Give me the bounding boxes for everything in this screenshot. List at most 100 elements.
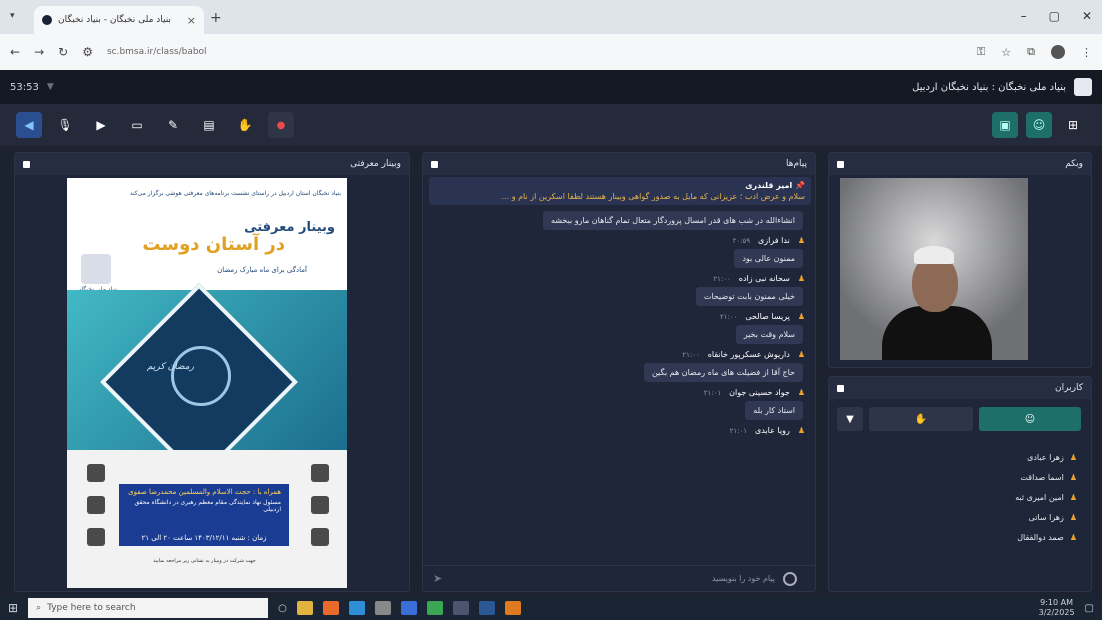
raise-hand-icon[interactable]: ✋ [232,112,258,138]
back-icon[interactable]: ← [10,45,20,59]
message-bubble: ممنون عالی بود [734,249,803,268]
search-icon: ⌕ [36,603,42,613]
user-name: زهرا عبادی [1027,452,1064,462]
start-icon[interactable]: ⊞ [8,601,18,615]
panel-minimize-icon[interactable] [23,160,30,168]
poster-subtitle: آمادگی برای ماه مبارک رمضان [217,266,307,274]
filter-icon[interactable]: ▼ [837,407,863,431]
message-bubble: انشاءالله در شب های قدر امسال پروردگار م… [543,211,803,230]
screen-share-icon[interactable]: ▭ [124,112,150,138]
grid-icon[interactable]: ⊞ [1060,112,1086,138]
message-time: ۲۱:۰۱ [729,426,747,435]
address-bar-row: ← → ↻ ⚙ sc.bmsa.ir/class/babol ⚿ ☆ ⧉ ⋮ [0,34,1102,70]
firefox-icon[interactable] [322,601,339,615]
panel-minimize-icon[interactable] [431,160,438,168]
user-icon: ♟ [797,312,805,321]
all-users-filter[interactable]: ☺ [979,407,1081,431]
pin-icon: 📌 [792,181,805,190]
message-time: ۲۱:۰۰ [682,350,700,359]
list-item[interactable]: ♟ زهرا ساتی [837,507,1081,527]
list-item[interactable]: ♟ صمد دوالفقال [837,527,1081,547]
app-logo [1074,78,1092,96]
notifications-icon[interactable]: ▢ [1085,603,1094,614]
academy-logo-icon [87,528,105,546]
profile-avatar[interactable] [1051,45,1065,59]
new-tab-button[interactable]: + [210,10,222,26]
user-name: اسما صداقت [1020,472,1064,482]
user-name: زهرا ساتی [1028,512,1064,522]
raise-hand-filter[interactable]: ✋ [869,407,973,431]
mail-icon[interactable] [400,601,417,615]
key-icon[interactable]: ⚿ [977,45,985,59]
pen-icon[interactable]: ✎ [160,112,186,138]
site-info-icon[interactable]: ⚙ [82,45,93,59]
menu-dots-icon[interactable]: ⋮ [1081,46,1092,59]
close-window-button[interactable]: ✕ [1082,9,1092,23]
pinned-text: سلام و عرض ادب ؛ عزیزانی که مایل به صدور… [501,192,805,201]
user-name: امین امیری ثبه [1015,492,1064,502]
bookmark-star-icon[interactable]: ☆ [1001,46,1011,59]
store-icon[interactable] [452,601,469,615]
tab-close-icon[interactable]: × [187,14,196,27]
user-icon: ♟ [797,426,805,435]
poster-footer: جهت شرکت در وبینار به نشانی زیر مراجعه ن… [153,558,256,564]
user-filters: ▼ ✋ ☺ [837,407,1081,431]
seal-logo-icon [311,528,329,546]
taskbar-clock[interactable]: 9:10 AM 3/2/2025 [1039,598,1075,618]
list-item[interactable]: ♟ زهرا عبادی [837,447,1081,467]
users-toggle-icon[interactable]: ☺ [1026,112,1052,138]
record-icon[interactable]: ● [268,112,294,138]
panel-minimize-icon[interactable] [837,160,844,168]
file-explorer-icon[interactable] [296,601,313,615]
speaker-name: همراه با : حجت الاسلام والمسلمین محمدرضا… [128,488,281,496]
chat-input-row: ➤ پیام خود را بنویسید [423,565,815,591]
task-view-icon[interactable]: ○ [278,603,287,614]
forward-icon[interactable]: → [34,45,44,59]
microphone-icon[interactable]: 🎙 [52,112,78,138]
message-bubble: سلام وقت بخیر [735,325,803,344]
chat-toggle-icon[interactable]: ▣ [992,112,1018,138]
reload-icon[interactable]: ↻ [58,45,68,59]
tab-list-icon[interactable]: ▾ [10,11,15,21]
url-field[interactable]: sc.bmsa.ir/class/babol [107,47,207,57]
clock-time: 9:10 AM [1040,598,1074,607]
maximize-button[interactable]: ▢ [1049,9,1060,23]
emoji-icon[interactable] [782,571,797,586]
presenter-body [882,306,992,360]
chat-messages: 📌 امیر قلندری سلام و عرض ادب ؛ عزیزانی ک… [429,177,811,537]
extensions-icon[interactable]: ⧉ [1027,45,1035,59]
pinned-user: امیر قلندری [745,181,793,190]
user-icon: ♟ [1069,492,1077,502]
tab-title: بنیاد ملی نخبگان - بنیاد نخبگان [58,15,171,25]
send-icon[interactable]: ➤ [433,572,442,585]
panel-minimize-icon[interactable] [837,384,844,392]
chrome-icon[interactable] [426,601,443,615]
users-panel-title: کاربران [1055,383,1083,393]
poster-calligraphy: رمضان کریم [147,362,194,372]
foundation-logo [81,254,111,284]
list-item[interactable]: ♟ اسما صداقت [837,467,1081,487]
user-name: صمد دوالفقال [1017,532,1064,542]
chat-message: ♟ پریسا صالحی ۲۱:۰۰ سلام وقت بخیر [429,312,811,344]
chat-input[interactable]: پیام خود را بنویسید [712,574,775,583]
message-user: پریسا صالحی [745,312,790,321]
app-icon[interactable] [504,601,521,615]
calculator-icon[interactable] [374,601,391,615]
taskbar-search[interactable]: ⌕ Type here to search [28,598,269,618]
user-icon: ♟ [1069,472,1077,482]
speaker-icon[interactable]: ◀ [16,112,42,138]
edge-icon[interactable] [348,601,365,615]
chat-message: ♟ جواد حسینی جوان ۲۱:۰۱ استاد کار بله [429,388,811,420]
book-logo-icon [311,496,329,514]
file-icon[interactable]: ▤ [196,112,222,138]
poster-title-main: در آستان دوست [142,234,285,255]
chat-message: ♟ رویا عابدی ۲۱:۰۱ [429,426,811,435]
list-item[interactable]: ♟ امین امیری ثبه [837,487,1081,507]
chat-message: انشاءالله در شب های قدر امسال پروردگار م… [429,211,811,230]
chat-message: ♟ ندا فرازی ۲۰:۵۹ ممنون عالی بود [429,236,811,268]
presenter-turban [914,246,954,264]
minimize-button[interactable]: – [1021,9,1027,23]
camera-icon[interactable]: ▶ [88,112,114,138]
word-icon[interactable] [478,601,495,615]
browser-tab[interactable]: بنیاد ملی نخبگان - بنیاد نخبگان × [34,6,204,34]
